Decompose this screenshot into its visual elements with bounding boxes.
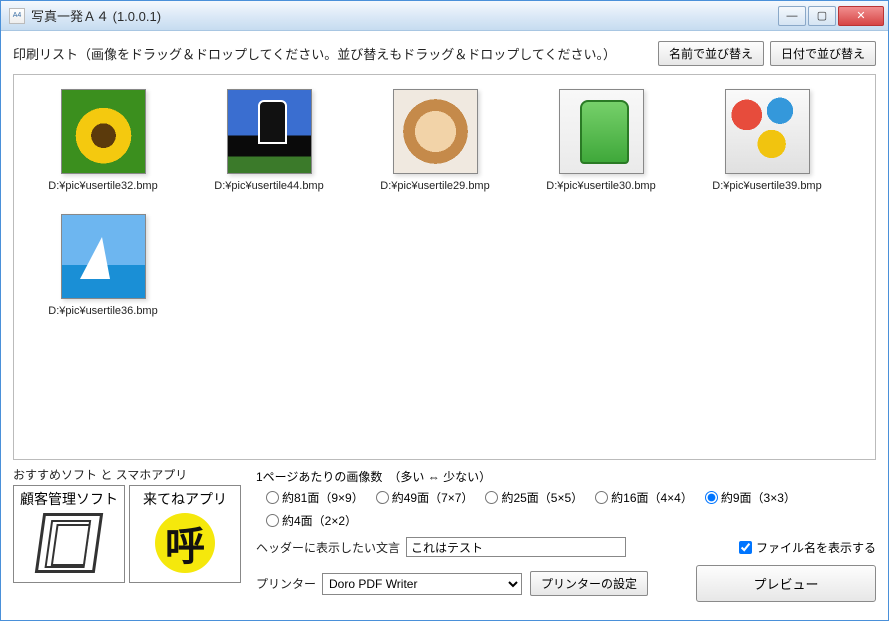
- per-page-option-25[interactable]: 約25面（5×5）: [485, 489, 583, 506]
- crm-icon: [35, 513, 103, 573]
- close-button[interactable]: ✕: [838, 6, 884, 26]
- thumbnail-label: D:¥pic¥usertile36.bmp: [48, 305, 157, 317]
- thumbnail-label: D:¥pic¥usertile29.bmp: [380, 180, 489, 192]
- recommend-item-crm[interactable]: 顧客管理ソフト: [13, 485, 125, 583]
- thumbnail-label: D:¥pic¥usertile30.bmp: [546, 180, 655, 192]
- recommend-title: おすすめソフト と スマホアプリ: [13, 466, 248, 483]
- per-page-option-49[interactable]: 約49面（7×7）: [376, 489, 474, 506]
- printer-settings-button[interactable]: プリンターの設定: [530, 571, 648, 596]
- minimize-button[interactable]: —: [778, 6, 806, 26]
- thumbnail-image[interactable]: [61, 214, 146, 299]
- preview-button[interactable]: プレビュー: [696, 565, 876, 602]
- sort-by-name-button[interactable]: 名前で並び替え: [658, 41, 764, 66]
- per-page-option-4[interactable]: 約4面（2×2）: [266, 512, 357, 529]
- recommend-label: 来てねアプリ: [130, 486, 240, 511]
- per-page-option-16[interactable]: 約16面（4×4）: [595, 489, 693, 506]
- per-page-option-81[interactable]: 約81面（9×9）: [266, 489, 364, 506]
- list-item[interactable]: D:¥pic¥usertile30.bmp: [526, 89, 676, 192]
- header-text-input[interactable]: [406, 537, 626, 557]
- instruction-text: 印刷リスト（画像をドラッグ＆ドロップしてください。並び替えもドラッグ＆ドロップし…: [13, 44, 652, 63]
- thumbnail-label: D:¥pic¥usertile32.bmp: [48, 180, 157, 192]
- thumbnail-image[interactable]: [61, 89, 146, 174]
- per-page-options: 約81面（9×9） 約49面（7×7） 約25面（5×5） 約16面（4×4） …: [266, 489, 876, 529]
- call-icon: 呼: [155, 513, 215, 573]
- window-title: 写真一発Ａ４ (1.0.0.1): [31, 6, 161, 25]
- thumbnail-label: D:¥pic¥usertile44.bmp: [214, 180, 323, 192]
- header-text-label: ヘッダーに表示したい文言: [256, 539, 400, 556]
- list-item[interactable]: D:¥pic¥usertile32.bmp: [28, 89, 178, 192]
- thumbnail-image[interactable]: [393, 89, 478, 174]
- maximize-button[interactable]: ▢: [808, 6, 836, 26]
- thumbnail-image[interactable]: [227, 89, 312, 174]
- show-filename-checkbox[interactable]: ファイル名を表示する: [739, 539, 876, 556]
- list-item[interactable]: D:¥pic¥usertile29.bmp: [360, 89, 510, 192]
- recommend-label: 顧客管理ソフト: [14, 486, 124, 511]
- per-page-label: 1ページあたりの画像数 （多い ⇔ 少ない）: [256, 468, 876, 485]
- recommend-item-app[interactable]: 来てねアプリ 呼: [129, 485, 241, 583]
- sort-by-date-button[interactable]: 日付で並び替え: [770, 41, 876, 66]
- list-item[interactable]: D:¥pic¥usertile36.bmp: [28, 214, 178, 317]
- printer-select[interactable]: Doro PDF Writer: [322, 573, 522, 595]
- list-item[interactable]: D:¥pic¥usertile44.bmp: [194, 89, 344, 192]
- app-icon: A4: [9, 8, 25, 24]
- list-item[interactable]: D:¥pic¥usertile39.bmp: [692, 89, 842, 192]
- printer-label: プリンター: [256, 575, 316, 592]
- print-list[interactable]: D:¥pic¥usertile32.bmp D:¥pic¥usertile44.…: [13, 74, 876, 460]
- thumbnail-image[interactable]: [559, 89, 644, 174]
- thumbnail-image[interactable]: [725, 89, 810, 174]
- thumbnail-label: D:¥pic¥usertile39.bmp: [712, 180, 821, 192]
- titlebar: A4 写真一発Ａ４ (1.0.0.1) — ▢ ✕: [1, 1, 888, 31]
- per-page-option-9[interactable]: 約9面（3×3）: [705, 489, 796, 506]
